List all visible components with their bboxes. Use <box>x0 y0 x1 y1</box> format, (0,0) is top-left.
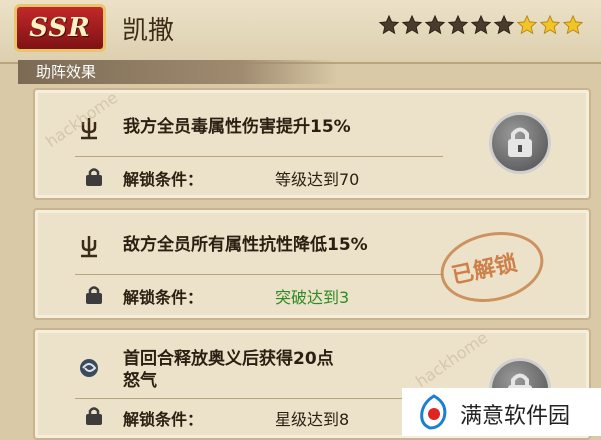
star-gold-icon <box>539 14 561 35</box>
padlock-icon <box>508 127 532 157</box>
effect-text: 我方全员毒属性伤害提升15% <box>123 117 351 137</box>
unlock-condition-label: 解锁条件： <box>123 170 204 189</box>
effect-text: 敌方全员所有属性抗性降低15% <box>123 235 368 255</box>
star-rating <box>378 14 584 36</box>
unlock-condition-label: 解锁条件： <box>123 410 204 429</box>
star-filled-icon <box>493 14 515 35</box>
star-filled-icon <box>424 14 446 35</box>
brand-logo-icon <box>420 394 447 430</box>
divider <box>75 274 443 275</box>
brand-watermark: 满意软件园 <box>402 388 601 436</box>
hero-header: SSR 凯撒 <box>0 0 601 64</box>
star-gold-icon <box>562 14 584 35</box>
divider <box>75 156 443 157</box>
rage-swirl-icon <box>80 359 98 377</box>
star-filled-icon <box>447 14 469 35</box>
lock-icon <box>86 168 102 186</box>
unlock-condition-value: 星级达到8 <box>275 410 350 429</box>
locked-lock-icon[interactable] <box>489 112 551 174</box>
unlock-condition-value: 突破达到3 <box>275 288 350 307</box>
rarity-badge: SSR <box>14 4 106 52</box>
star-gold-icon <box>516 14 538 35</box>
star-filled-icon <box>401 14 423 35</box>
divider <box>75 398 443 399</box>
hero-name: 凯撒 <box>122 16 175 46</box>
lock-icon <box>86 407 102 425</box>
lock-icon <box>86 286 102 304</box>
brand-name: 满意软件园 <box>460 404 571 429</box>
unlock-condition-value: 等级达到70 <box>275 170 360 189</box>
trident-icon <box>81 236 97 258</box>
section-title: 助阵效果 <box>18 60 338 84</box>
unlocked-stamp-text: 已解锁 <box>449 250 520 290</box>
star-filled-icon <box>378 14 400 35</box>
star-filled-icon <box>470 14 492 35</box>
unlock-condition-label: 解锁条件： <box>123 288 204 307</box>
